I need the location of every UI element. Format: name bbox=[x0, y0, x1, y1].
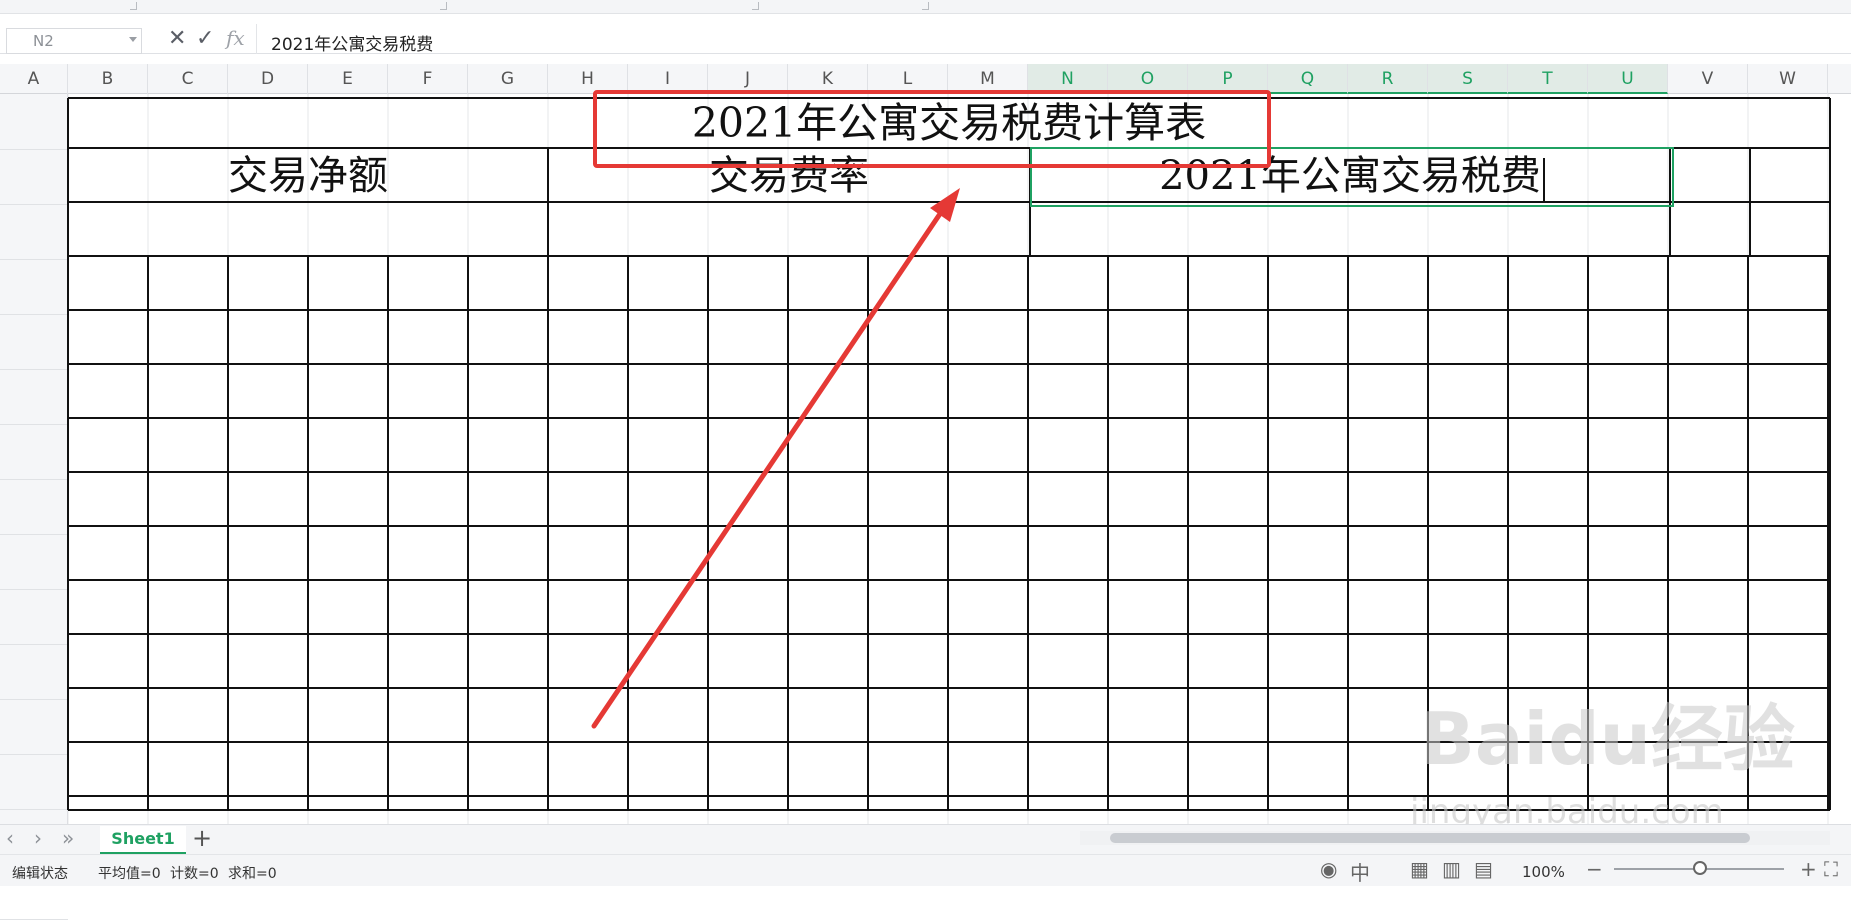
ribbon-strip bbox=[0, 0, 1851, 14]
chevron-down-icon[interactable] bbox=[129, 37, 137, 42]
fx-icon[interactable]: fx bbox=[226, 26, 245, 50]
formula-input[interactable]: 2021年公寓交易税费 bbox=[256, 24, 1846, 55]
column-header-v[interactable]: V bbox=[1668, 64, 1748, 94]
ribbon-group-expander[interactable] bbox=[440, 2, 447, 10]
status-sum[interactable]: 求和=0 bbox=[228, 863, 277, 883]
scrollbar-thumb[interactable] bbox=[1110, 833, 1750, 843]
chevron-right-icon[interactable]: › bbox=[34, 826, 42, 850]
zoom-level[interactable]: 100% bbox=[1522, 863, 1565, 881]
ribbon-group-expander[interactable] bbox=[752, 2, 759, 10]
status-bar bbox=[0, 854, 1851, 886]
chevron-left-icon[interactable]: ‹ bbox=[6, 826, 14, 850]
plus-icon[interactable]: + bbox=[192, 824, 212, 852]
column-header-f[interactable]: F bbox=[388, 64, 468, 94]
check-icon[interactable]: ✓ bbox=[196, 26, 214, 51]
status-mode: 编辑状态 bbox=[12, 866, 68, 882]
column-header-u[interactable]: U bbox=[1588, 64, 1668, 94]
column-header-g[interactable]: G bbox=[468, 64, 548, 94]
fullscreen-icon[interactable]: ⛶ bbox=[1824, 857, 1838, 881]
sheet-tab-sheet1[interactable]: Sheet1 bbox=[100, 826, 186, 854]
ribbon-group-expander[interactable] bbox=[130, 2, 137, 10]
column-header-a[interactable]: A bbox=[0, 64, 68, 94]
status-average[interactable]: 平均值=0 bbox=[98, 863, 161, 883]
column-header-w[interactable]: W bbox=[1748, 64, 1828, 94]
normal-view-icon[interactable]: ▦ bbox=[1410, 857, 1429, 881]
close-icon[interactable]: ✕ bbox=[168, 26, 186, 51]
name-box[interactable]: N2 bbox=[6, 28, 142, 54]
column-header-c[interactable]: C bbox=[148, 64, 228, 94]
zoom-in-icon[interactable]: + bbox=[1800, 857, 1817, 881]
name-box-value: N2 bbox=[33, 32, 54, 50]
column-header-r[interactable]: R bbox=[1348, 64, 1428, 94]
ribbon-group-expander[interactable] bbox=[922, 2, 929, 10]
column-header-q[interactable]: Q bbox=[1268, 64, 1348, 94]
page-break-icon[interactable]: ▤ bbox=[1474, 857, 1493, 881]
eye-protection-icon[interactable]: ◉ bbox=[1320, 857, 1337, 881]
chevron-last-icon[interactable]: » bbox=[62, 826, 74, 850]
status-count[interactable]: 计数=0 bbox=[170, 863, 219, 883]
input-method-icon[interactable]: 中 bbox=[1350, 857, 1370, 886]
page-layout-icon[interactable]: ▥ bbox=[1442, 857, 1461, 881]
zoom-out-icon[interactable]: − bbox=[1586, 857, 1603, 881]
baidu-watermark-logo: Baidu经验 bbox=[1420, 697, 1795, 781]
column-header-e[interactable]: E bbox=[308, 64, 388, 94]
header-cell-net-amount[interactable]: 交易净额 bbox=[68, 150, 548, 202]
column-header-b[interactable]: B bbox=[68, 64, 148, 94]
annotation-highlight-box bbox=[593, 90, 1271, 168]
column-header-s[interactable]: S bbox=[1428, 64, 1508, 94]
zoom-slider-knob[interactable] bbox=[1693, 861, 1707, 875]
column-header-t[interactable]: T bbox=[1508, 64, 1588, 94]
column-header-d[interactable]: D bbox=[228, 64, 308, 94]
horizontal-scrollbar[interactable] bbox=[1080, 831, 1830, 845]
